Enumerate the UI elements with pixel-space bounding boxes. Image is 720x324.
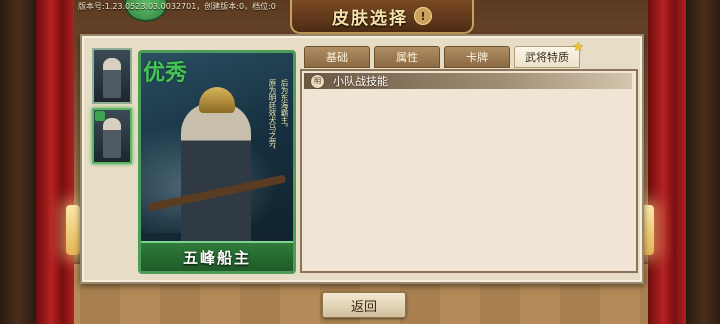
skin-thumbnail-1[interactable] xyxy=(92,48,132,104)
return-button[interactable]: 返回 xyxy=(322,292,406,318)
traits-content: 明 小队战技能 xyxy=(300,69,638,273)
right-curtain xyxy=(648,0,686,324)
page-title: 皮肤选择 xyxy=(332,8,408,29)
card-vertical-text-b: 后为东海霸主。 xyxy=(280,79,289,132)
skill-badge-icon: 明 xyxy=(310,73,325,89)
info-icon[interactable]: ! xyxy=(414,7,432,25)
hero-portrait xyxy=(181,103,251,253)
tab-label: 属性 xyxy=(396,51,418,64)
left-lamp xyxy=(66,205,80,255)
tab-label: 卡牌 xyxy=(466,51,488,64)
tab-general-traits[interactable]: 武将特质 ★ xyxy=(514,40,584,68)
skin-thumbnail-2[interactable] xyxy=(92,108,132,164)
version-text: 版本号:1.23.0523.03.0032701，创建版本:0，档位:0 xyxy=(78,2,276,11)
tab-basic[interactable]: 基础 xyxy=(304,46,370,68)
tab-label: 武将特质 xyxy=(525,51,569,64)
hero-card: 优秀 原为明廷效犬马之劳， 后为东海霸主。 五峰船主 xyxy=(138,50,296,274)
skill-header: 明 小队战技能 xyxy=(304,73,632,89)
tab-label: 基础 xyxy=(326,51,348,64)
right-pillar xyxy=(686,0,720,324)
left-curtain xyxy=(36,0,74,324)
skill-title: 小队战技能 xyxy=(333,75,388,88)
title-banner: 皮肤选择 ! xyxy=(290,0,474,34)
skin-thumbnail-list xyxy=(92,48,132,168)
star-icon: ★ xyxy=(572,40,584,55)
hero-name: 五峰船主 xyxy=(182,248,251,267)
thumbnail-figure xyxy=(103,118,121,158)
tab-cards[interactable]: 卡牌 xyxy=(444,46,510,68)
skin-panel: 优秀 原为明廷效犬马之劳， 后为东海霸主。 五峰船主 基础 属性 卡牌 武将特质… xyxy=(80,34,644,284)
tab-attributes[interactable]: 属性 xyxy=(374,46,440,68)
left-pillar xyxy=(0,0,36,324)
tab-bar: 基础 属性 卡牌 武将特质 ★ xyxy=(304,40,584,68)
thumbnail-figure xyxy=(103,58,121,98)
rarity-label: 优秀 xyxy=(143,60,188,86)
selected-badge-icon xyxy=(95,111,105,121)
card-vertical-text-a: 原为明廷效犬马之劳， xyxy=(268,79,277,154)
card-name-bar: 五峰船主 xyxy=(141,241,293,271)
hero-helmet-art xyxy=(199,87,235,113)
